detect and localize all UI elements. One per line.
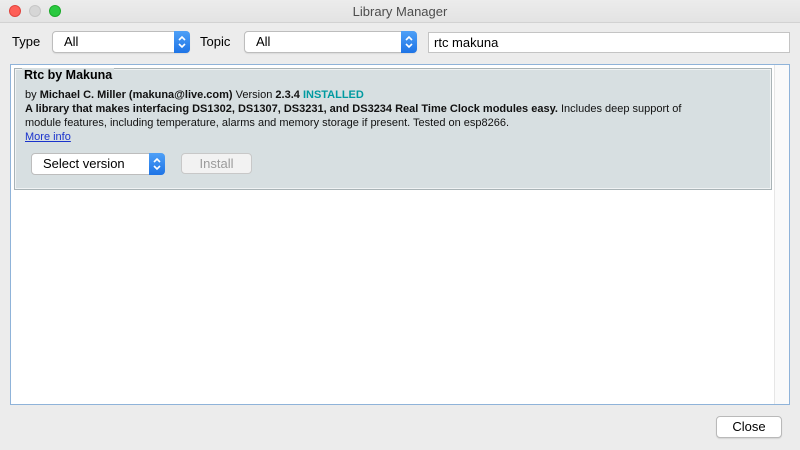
library-name: Rtc by Makuna xyxy=(22,68,115,82)
type-select[interactable]: All xyxy=(52,31,190,53)
install-button[interactable]: Install xyxy=(181,153,252,174)
type-label: Type xyxy=(12,34,41,49)
version-select[interactable]: Select version xyxy=(31,153,165,175)
library-meta: by Michael C. Miller (makuna@live.com) V… xyxy=(25,88,364,102)
by-prefix: by xyxy=(25,89,40,101)
library-author: Michael C. Miller (makuna@live.com) xyxy=(39,89,233,101)
updown-arrow-icon xyxy=(174,31,190,53)
more-info-link[interactable]: More info xyxy=(25,131,71,143)
version-prefix: Version xyxy=(232,89,276,101)
type-select-value: All xyxy=(64,34,79,49)
topic-select[interactable]: All xyxy=(244,31,417,53)
library-summary: A library that makes interfacing DS1302,… xyxy=(25,103,558,115)
library-description: A library that makes interfacing DS1302,… xyxy=(25,102,681,116)
updown-arrow-icon xyxy=(401,31,417,53)
library-list[interactable]: Rtc by Makuna by Michael C. Miller (maku… xyxy=(10,64,790,405)
window-title: Library Manager xyxy=(352,4,448,19)
close-button[interactable]: Close xyxy=(716,416,782,438)
title-bar: Library Manager xyxy=(0,0,800,23)
search-input[interactable]: rtc makuna xyxy=(428,32,790,53)
library-description-line2: module features, including temperature, … xyxy=(25,117,510,129)
updown-arrow-icon xyxy=(149,153,165,175)
version-select-value: Select version xyxy=(43,156,125,171)
topic-label: Topic xyxy=(200,34,231,49)
library-version: 2.3.4 xyxy=(275,89,300,101)
topic-select-value: All xyxy=(256,34,271,49)
scrollbar[interactable] xyxy=(774,65,789,404)
installed-badge: INSTALLED xyxy=(302,89,364,101)
library-item[interactable]: Rtc by Makuna by Michael C. Miller (maku… xyxy=(14,68,772,190)
description-part1: Includes deep support of xyxy=(557,103,682,115)
